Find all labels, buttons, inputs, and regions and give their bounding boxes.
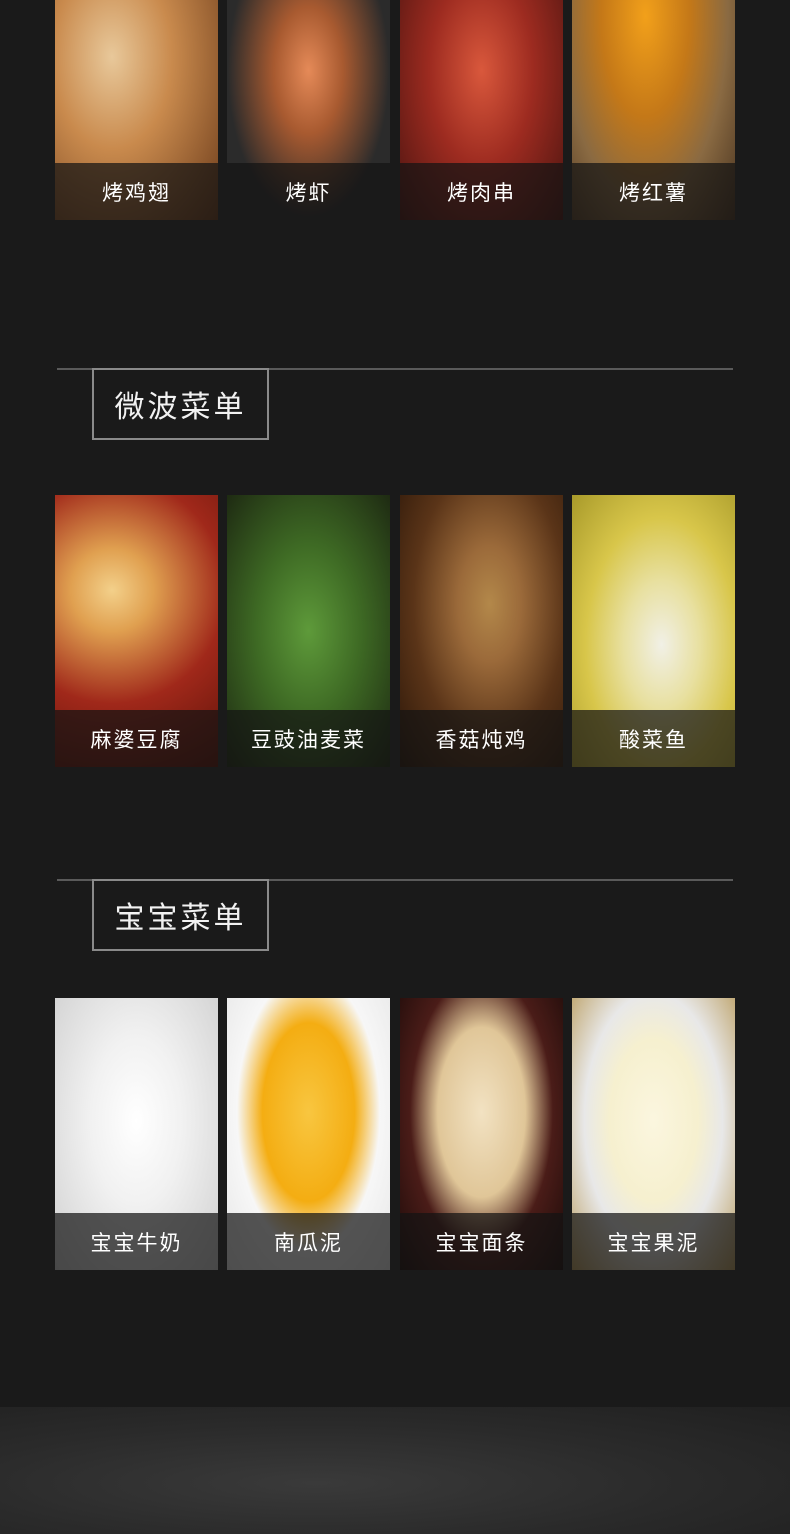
section-header-baby: 宝宝菜单 [92, 879, 269, 951]
section-title: 宝宝菜单 [114, 901, 247, 936]
microwave-menu-row: 麻婆豆腐 豆豉油麦菜 香菇炖鸡 酸菜鱼 [55, 495, 735, 767]
menu-card-label: 宝宝果泥 [572, 1213, 735, 1270]
menu-card-label: 豆豉油麦菜 [227, 710, 390, 767]
baby-menu-row: 宝宝牛奶 南瓜泥 宝宝面条 宝宝果泥 [55, 998, 735, 1270]
menu-card-label: 香菇炖鸡 [400, 710, 563, 767]
menu-card-label: 南瓜泥 [227, 1213, 390, 1270]
menu-card-grilled-wings[interactable]: 烤鸡翅 [55, 0, 218, 220]
menu-card-baby-noodles[interactable]: 宝宝面条 [400, 998, 563, 1270]
menu-card-sweet-potato[interactable]: 烤红薯 [572, 0, 735, 220]
menu-card-baby-fruit-puree[interactable]: 宝宝果泥 [572, 998, 735, 1270]
section-header-microwave: 微波菜单 [92, 368, 269, 440]
menu-card-label: 烤鸡翅 [55, 163, 218, 220]
menu-card-label: 宝宝牛奶 [55, 1213, 218, 1270]
menu-card-grilled-shrimp[interactable]: 烤虾 [227, 0, 390, 220]
menu-card-mushroom-chicken[interactable]: 香菇炖鸡 [400, 495, 563, 767]
grill-menu-row: 烤鸡翅 烤虾 烤肉串 烤红薯 [55, 0, 735, 220]
section-title: 微波菜单 [114, 390, 247, 425]
menu-card-label: 宝宝面条 [400, 1213, 563, 1270]
menu-card-pumpkin-puree[interactable]: 南瓜泥 [227, 998, 390, 1270]
menu-card-mapo-tofu[interactable]: 麻婆豆腐 [55, 495, 218, 767]
menu-card-baby-milk[interactable]: 宝宝牛奶 [55, 998, 218, 1270]
menu-card-lettuce[interactable]: 豆豉油麦菜 [227, 495, 390, 767]
menu-card-label: 烤红薯 [572, 163, 735, 220]
footer-texture-band [0, 1407, 790, 1534]
menu-card-label: 麻婆豆腐 [55, 710, 218, 767]
menu-card-pickled-fish[interactable]: 酸菜鱼 [572, 495, 735, 767]
menu-card-label: 烤虾 [227, 163, 390, 220]
menu-card-label: 烤肉串 [400, 163, 563, 220]
menu-card-meat-skewers[interactable]: 烤肉串 [400, 0, 563, 220]
menu-card-label: 酸菜鱼 [572, 710, 735, 767]
